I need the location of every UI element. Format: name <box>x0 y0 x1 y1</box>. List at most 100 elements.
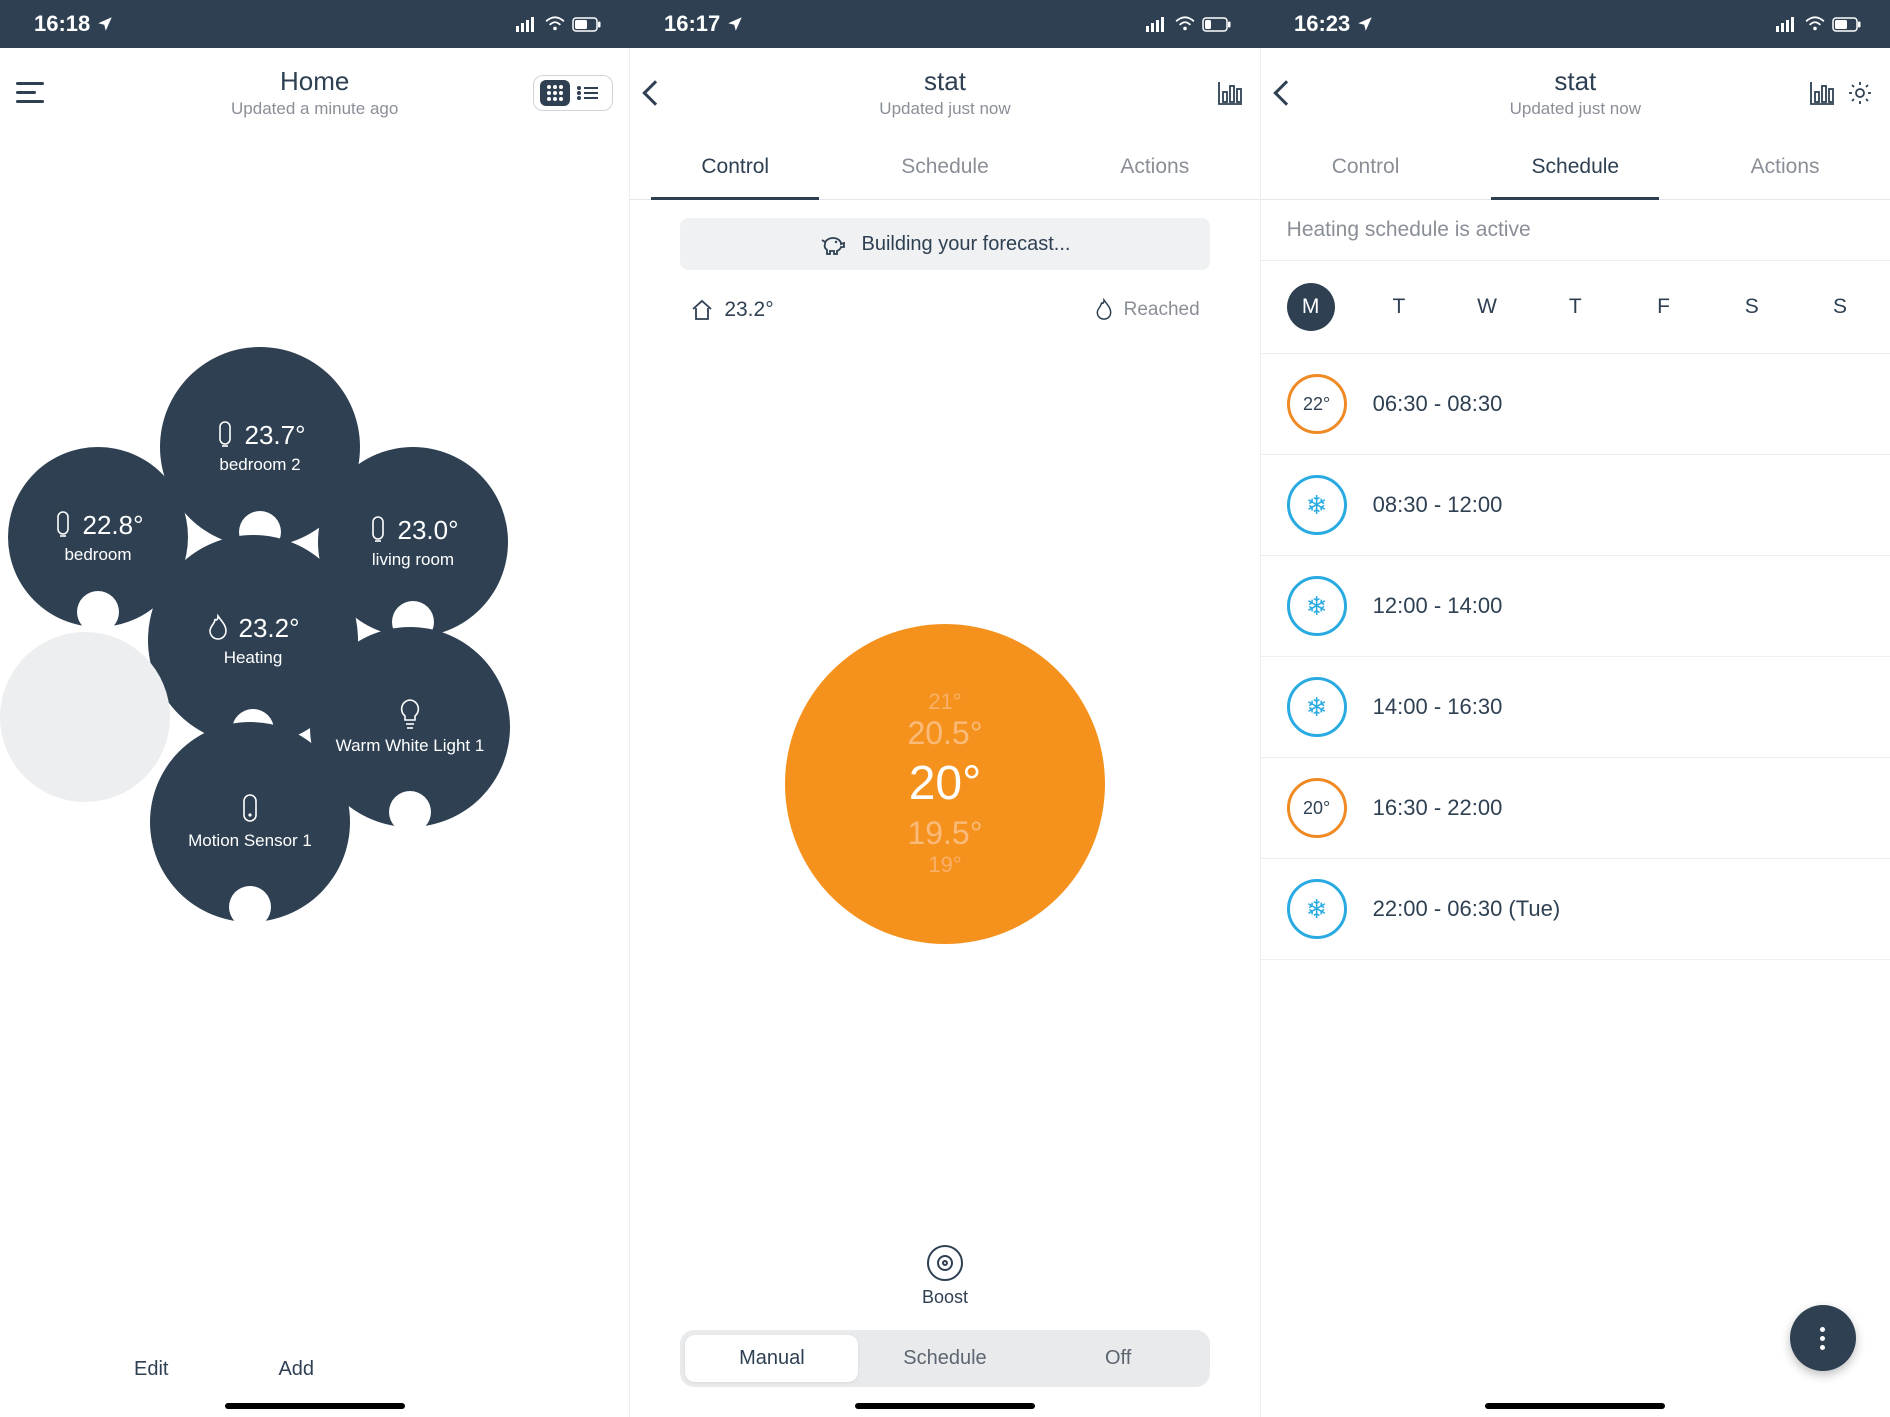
schedule-item[interactable]: ❄ 12:00 - 14:00 <box>1261 556 1890 657</box>
temp-status-row: 23.2° Reached <box>630 288 1259 322</box>
motion-sensor-icon <box>239 793 261 827</box>
device-label: Warm White Light 1 <box>336 736 485 756</box>
wifi-icon <box>1804 16 1826 32</box>
tab-control[interactable]: Control <box>1261 137 1471 199</box>
chart-button[interactable] <box>1808 80 1836 106</box>
page-subtitle: Updated just now <box>1367 99 1784 119</box>
tab-actions[interactable]: Actions <box>1680 137 1890 199</box>
back-button[interactable] <box>646 84 664 102</box>
day-sun[interactable]: S <box>1816 283 1864 331</box>
cool-badge: ❄ <box>1287 576 1347 636</box>
panel-schedule: stat Updated just now Control Schedule A… <box>1260 48 1890 1417</box>
schedule-item[interactable]: 22° 06:30 - 08:30 <box>1261 354 1890 455</box>
heat-badge: 20° <box>1287 778 1347 838</box>
location-icon <box>96 15 114 33</box>
battery-icon <box>572 17 602 32</box>
cool-badge: ❄ <box>1287 879 1347 939</box>
boost-button[interactable]: Boost <box>630 1245 1259 1318</box>
page-subtitle: Updated a minute ago <box>106 99 523 119</box>
signal-icon <box>1146 16 1168 32</box>
back-button[interactable] <box>1277 84 1295 102</box>
menu-button[interactable] <box>16 82 48 104</box>
mode-manual[interactable]: Manual <box>685 1335 858 1382</box>
battery-icon <box>1202 17 1232 32</box>
schedule-item[interactable]: 20° 16:30 - 22:00 <box>1261 758 1890 859</box>
device-label: living room <box>372 550 454 570</box>
home-indicator[interactable] <box>1485 1403 1665 1409</box>
edit-button[interactable]: Edit <box>134 1358 168 1381</box>
schedule-range: 12:00 - 14:00 <box>1373 593 1503 619</box>
tabs: Control Schedule Actions <box>1261 137 1890 200</box>
home-indicator[interactable] <box>855 1403 1035 1409</box>
schedule-item[interactable]: ❄ 14:00 - 16:30 <box>1261 657 1890 758</box>
snowflake-icon: ❄ <box>1306 694 1328 720</box>
radiator-icon <box>52 510 74 540</box>
heat-badge: 22° <box>1287 374 1347 434</box>
status-bar-3: 16:23 <box>1260 0 1890 48</box>
tab-schedule[interactable]: Schedule <box>840 137 1050 199</box>
schedule-status: Heating schedule is active <box>1261 200 1890 261</box>
device-temp: 23.2° <box>238 613 299 644</box>
app-header: stat Updated just now <box>630 48 1259 127</box>
bulb-icon <box>397 698 423 732</box>
list-view-button[interactable] <box>576 80 606 106</box>
mode-schedule[interactable]: Schedule <box>858 1335 1031 1382</box>
grid-view-button[interactable] <box>540 80 570 106</box>
piggy-bank-icon <box>819 232 847 256</box>
add-button[interactable]: Add <box>278 1358 314 1381</box>
snowflake-icon: ❄ <box>1306 492 1328 518</box>
dial-value-below: 19.5° <box>907 815 982 852</box>
home-indicator[interactable] <box>225 1403 405 1409</box>
page-title: Home <box>106 66 523 97</box>
day-thu[interactable]: T <box>1551 283 1599 331</box>
cool-badge: ❄ <box>1287 475 1347 535</box>
schedule-range: 14:00 - 16:30 <box>1373 694 1503 720</box>
schedule-item[interactable]: ❄ 08:30 - 12:00 <box>1261 455 1890 556</box>
device-temp: 22.8° <box>82 510 143 541</box>
battery-icon <box>1832 17 1862 32</box>
status-bar-row: 16:18 16:17 16:2 <box>0 0 1890 48</box>
mode-segmented: Manual Schedule Off <box>680 1330 1209 1387</box>
day-sat[interactable]: S <box>1728 283 1776 331</box>
tab-actions[interactable]: Actions <box>1050 137 1260 199</box>
app-header: stat Updated just now <box>1261 48 1890 127</box>
schedule-range: 06:30 - 08:30 <box>1373 391 1503 417</box>
chart-button[interactable] <box>1216 80 1244 106</box>
page-title: stat <box>1367 66 1784 97</box>
device-temp: 23.0° <box>397 515 458 546</box>
more-fab[interactable] <box>1790 1305 1856 1371</box>
schedule-range: 22:00 - 06:30 (Tue) <box>1373 896 1561 922</box>
tabs: Control Schedule Actions <box>630 137 1259 200</box>
device-label: Heating <box>224 648 283 668</box>
mode-off[interactable]: Off <box>1032 1335 1205 1382</box>
wifi-icon <box>544 16 566 32</box>
device-label: Motion Sensor 1 <box>188 831 312 851</box>
status-time: 16:18 <box>34 11 90 37</box>
page-title: stat <box>736 66 1153 97</box>
location-icon <box>726 15 744 33</box>
status-bar-2: 16:17 <box>630 0 1260 48</box>
boost-label: Boost <box>922 1287 968 1307</box>
status-time: 16:23 <box>1294 11 1350 37</box>
snowflake-icon: ❄ <box>1306 896 1328 922</box>
radiator-icon <box>214 420 236 450</box>
tab-control[interactable]: Control <box>630 137 840 199</box>
tab-schedule[interactable]: Schedule <box>1470 137 1680 199</box>
day-fri[interactable]: F <box>1640 283 1688 331</box>
day-wed[interactable]: W <box>1463 283 1511 331</box>
app-header: Home Updated a minute ago <box>0 48 629 127</box>
signal-icon <box>1776 16 1798 32</box>
dial-value-below2: 19° <box>928 852 961 878</box>
temperature-dial[interactable]: 21° 20.5° 20° 19.5° 19° <box>785 624 1105 944</box>
view-toggle[interactable] <box>533 75 613 111</box>
schedule-range: 16:30 - 22:00 <box>1373 795 1503 821</box>
device-label: bedroom 2 <box>219 455 300 475</box>
snowflake-icon: ❄ <box>1306 593 1328 619</box>
schedule-list: 22° 06:30 - 08:30 ❄ 08:30 - 12:00 ❄ 12:0… <box>1261 354 1890 960</box>
day-tue[interactable]: T <box>1375 283 1423 331</box>
settings-button[interactable] <box>1846 79 1874 107</box>
schedule-item[interactable]: ❄ 22:00 - 06:30 (Tue) <box>1261 859 1890 960</box>
schedule-range: 08:30 - 12:00 <box>1373 492 1503 518</box>
device-motion-sensor[interactable]: Motion Sensor 1 <box>150 722 350 922</box>
day-mon[interactable]: M <box>1287 283 1335 331</box>
